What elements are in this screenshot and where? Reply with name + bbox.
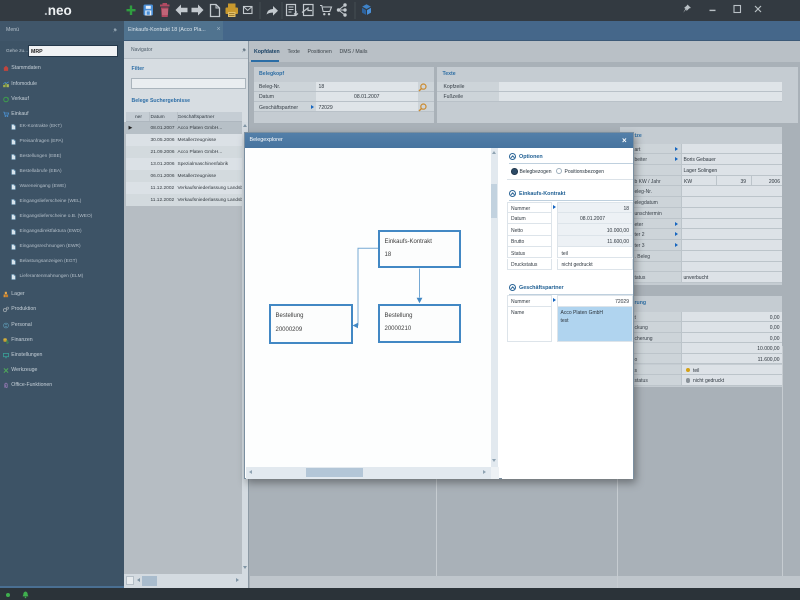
svg-text:$: $ [6,339,9,344]
